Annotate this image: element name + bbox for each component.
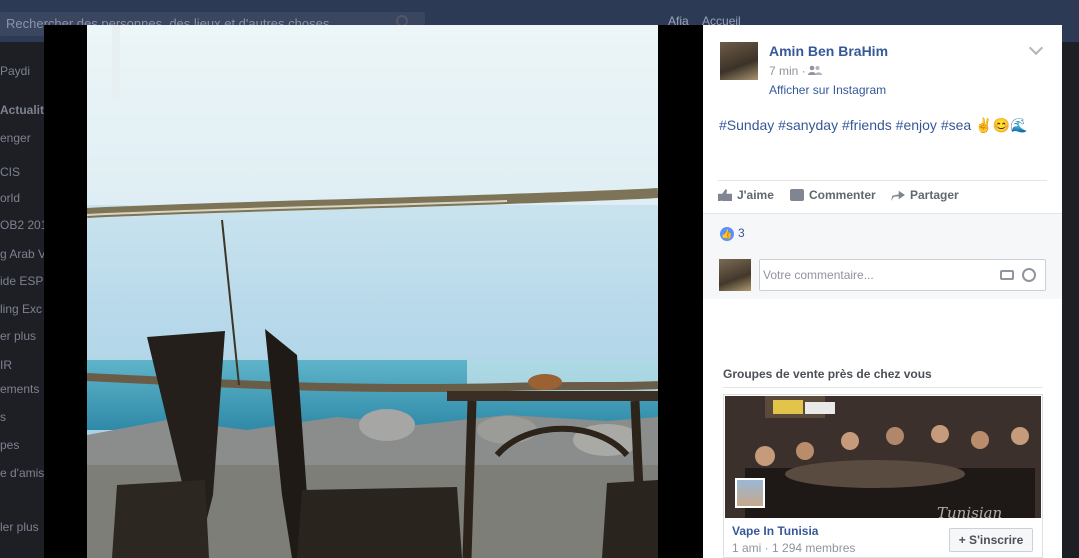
like-label: J'aime <box>737 188 774 202</box>
post-side-panel: Amin Ben BraHim 7 min · Afficher sur Ins… <box>703 25 1062 558</box>
right-column <box>1062 42 1079 558</box>
sidebar-item[interactable]: orld <box>0 191 20 205</box>
sidebar-item[interactable]: IR <box>0 358 12 372</box>
group-members: 1 ami · 1 294 membres <box>732 541 856 555</box>
sidebar-item[interactable]: Paydi <box>0 64 30 78</box>
viewer-avatar <box>719 259 751 291</box>
divider <box>723 387 1043 388</box>
left-sidebar: Paydi Actualité enger CIS orld OB2 201 g… <box>0 42 51 558</box>
sidebar-item[interactable]: OB2 201 <box>0 218 47 232</box>
caption-hashtags[interactable]: #Sunday #sanyday #friends #enjoy #sea <box>719 117 971 133</box>
like-count[interactable]: 3 <box>738 226 745 240</box>
divider <box>718 180 1047 181</box>
group-name[interactable]: Vape In Tunisia <box>732 524 818 538</box>
join-group-button[interactable]: + S'inscrire <box>949 528 1033 552</box>
author-avatar[interactable] <box>720 42 758 80</box>
camera-icon[interactable] <box>1000 270 1014 280</box>
author-name[interactable]: Amin Ben BraHim <box>769 43 888 59</box>
thumbs-up-icon <box>718 189 732 201</box>
sidebar-item[interactable]: CIS <box>0 165 20 179</box>
like-reaction-icon[interactable]: 👍 <box>720 227 734 241</box>
sidebar-item[interactable]: enger <box>0 131 31 145</box>
post-photo[interactable] <box>87 25 658 558</box>
sidebar-item[interactable]: ide ESP <box>0 274 43 288</box>
seaside-cafe-photo <box>87 25 658 558</box>
sidebar-item[interactable]: g Arab V <box>0 247 46 261</box>
view-on-instagram-link[interactable]: Afficher sur Instagram <box>769 83 886 97</box>
like-button[interactable]: J'aime <box>718 188 774 202</box>
friends-audience-icon[interactable] <box>808 65 822 75</box>
chevron-down-icon[interactable] <box>1028 40 1044 56</box>
post-time[interactable]: 7 min · <box>769 64 806 78</box>
group-card[interactable]: Tunisian Vape In Tunisia 1 ami · 1 294 m… <box>723 394 1043 558</box>
share-button[interactable]: Partager <box>891 188 959 202</box>
comment-placeholder: Votre commentaire... <box>763 268 874 282</box>
group-cover-photo[interactable]: Tunisian <box>725 396 1041 518</box>
emoji-icon[interactable] <box>1022 268 1036 282</box>
comment-icon <box>790 189 804 201</box>
comment-button[interactable]: Commenter <box>790 188 876 202</box>
sidebar-item[interactable]: s <box>0 410 6 424</box>
share-icon <box>891 190 905 201</box>
sidebar-item[interactable]: ler plus <box>0 520 39 534</box>
sidebar-item[interactable]: pes <box>0 438 19 452</box>
reactions-and-comments: 👍 3 Votre commentaire... <box>703 213 1062 299</box>
share-label: Partager <box>910 188 959 202</box>
post-header: Amin Ben BraHim 7 min · Afficher sur Ins… <box>703 25 1062 213</box>
sidebar-item[interactable]: ements <box>0 382 39 396</box>
sidebar-item[interactable]: e d'amis <box>0 466 44 480</box>
comment-label: Commenter <box>809 188 876 202</box>
sidebar-item[interactable]: ling Exc <box>0 302 42 316</box>
groups-section-title: Groupes de vente près de chez vous <box>723 367 932 381</box>
photo-watermark: Tunisian <box>937 504 1003 518</box>
group-thumbnail <box>735 478 765 508</box>
caption-emojis: ✌😊🌊 <box>975 117 1028 133</box>
group-crowd-photo <box>725 396 1041 518</box>
comment-input[interactable]: Votre commentaire... <box>759 259 1046 291</box>
post-caption: #Sunday #sanyday #friends #enjoy #sea ✌😊… <box>719 117 1027 134</box>
sidebar-item[interactable]: er plus <box>0 329 36 343</box>
